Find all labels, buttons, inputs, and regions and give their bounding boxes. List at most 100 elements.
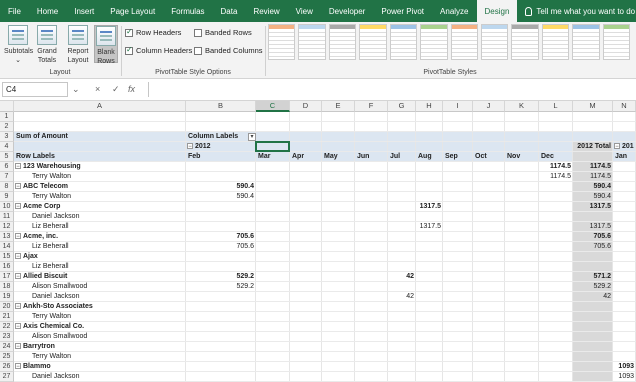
row-item-label[interactable]: Daniel Jackson	[32, 372, 200, 382]
row-header[interactable]: 8	[0, 182, 14, 192]
value-cell[interactable]: 705.6	[188, 232, 254, 242]
row-header[interactable]: 21	[0, 312, 14, 322]
tab-file[interactable]: File	[0, 0, 29, 22]
column-header-h[interactable]: H	[416, 101, 443, 112]
year-group-header[interactable]: 2012	[195, 142, 261, 152]
month-header[interactable]: Oct	[475, 152, 503, 162]
row-total-value[interactable]: 590.4	[575, 182, 611, 192]
pivot-style-swatch[interactable]	[359, 24, 387, 60]
enter-icon[interactable]: ✓	[112, 84, 120, 95]
collapse-icon[interactable]: −	[15, 323, 21, 330]
row-header[interactable]: 24	[0, 342, 14, 352]
tab-analyze[interactable]: Analyze	[432, 0, 476, 22]
collapse-icon[interactable]: −	[15, 303, 21, 310]
row-group-label[interactable]: Acme Corp	[23, 202, 191, 212]
value-cell[interactable]: 705.6	[188, 242, 254, 252]
year-group-header[interactable]: 201	[622, 142, 636, 152]
row-total-value[interactable]: 590.4	[575, 192, 611, 202]
row-group-label[interactable]: Ajax	[23, 252, 191, 262]
row-header[interactable]: 1	[0, 112, 14, 122]
pivot-style-swatch[interactable]	[511, 24, 539, 60]
row-header[interactable]: 22	[0, 322, 14, 332]
row-header[interactable]: 19	[0, 292, 14, 302]
tab-design[interactable]: Design	[476, 0, 518, 22]
collapse-icon[interactable]: −	[614, 143, 620, 150]
row-header[interactable]: 16	[0, 262, 14, 272]
row-item-label[interactable]: Terry Walton	[32, 352, 200, 362]
row-item-label[interactable]: Terry Walton	[32, 172, 200, 182]
collapse-icon[interactable]: −	[15, 253, 21, 260]
collapse-icon[interactable]: −	[15, 163, 21, 170]
month-header[interactable]: Apr	[292, 152, 320, 162]
pivot-style-swatch[interactable]	[389, 24, 418, 60]
banded-columns-checkbox[interactable]: Banded Columns	[194, 46, 263, 55]
row-item-label[interactable]: Terry Walton	[32, 192, 200, 202]
row-header[interactable]: 2	[0, 122, 14, 132]
active-cell[interactable]	[255, 141, 290, 152]
pivot-style-swatch[interactable]	[420, 24, 448, 60]
row-item-label[interactable]: Daniel Jackson	[32, 292, 200, 302]
collapse-icon[interactable]: −	[187, 143, 193, 150]
row-group-label[interactable]: ABC Telecom	[23, 182, 191, 192]
row-total-value[interactable]: 1317.5	[575, 222, 611, 232]
tab-review[interactable]: Review	[245, 0, 287, 22]
collapse-icon[interactable]: −	[15, 233, 21, 240]
tab-view[interactable]: View	[288, 0, 321, 22]
column-header-k[interactable]: K	[505, 101, 539, 112]
row-item-label[interactable]: Alison Smallwood	[32, 282, 200, 292]
value-cell[interactable]: 42	[390, 292, 414, 302]
select-all-corner[interactable]	[0, 101, 14, 112]
formula-input[interactable]	[148, 82, 634, 97]
column-header-d[interactable]: D	[290, 101, 322, 112]
row-total-value[interactable]: 1174.5	[575, 172, 611, 182]
row-group-label[interactable]: Axis Chemical Co.	[23, 322, 191, 332]
row-group-label[interactable]: Acme, inc.	[23, 232, 191, 242]
row-header[interactable]: 25	[0, 352, 14, 362]
month-header[interactable]: Mar	[258, 152, 288, 162]
banded-rows-checkbox[interactable]: Banded Rows	[194, 28, 252, 37]
pivot-style-gallery[interactable]	[268, 24, 631, 64]
pivot-style-swatch[interactable]	[328, 24, 357, 60]
blank-rows-button[interactable]: Blank Rows	[94, 25, 118, 65]
value-cell[interactable]: 1317.5	[418, 222, 441, 232]
row-header[interactable]: 14	[0, 242, 14, 252]
row-total-value[interactable]: 571.2	[575, 272, 611, 282]
month-header[interactable]: Aug	[418, 152, 441, 162]
column-header-b[interactable]: B	[186, 101, 256, 112]
row-header[interactable]: 3	[0, 132, 14, 142]
row-item-label[interactable]: Sum of Amount	[16, 132, 184, 142]
row-header[interactable]: 26	[0, 362, 14, 372]
pivot-style-swatch[interactable]	[480, 24, 509, 60]
row-header[interactable]: 23	[0, 332, 14, 342]
subtotals-button[interactable]: Subtotals ⌄	[4, 25, 33, 65]
row-item-label[interactable]: Alison Smallwood	[32, 332, 200, 342]
value-cell[interactable]: 1174.5	[541, 162, 571, 172]
month-header[interactable]: May	[324, 152, 353, 162]
chevron-down-icon[interactable]: ⌄	[72, 84, 80, 95]
collapse-icon[interactable]: −	[15, 183, 21, 190]
insert-function-icon[interactable]: fx	[128, 84, 135, 94]
row-item-label[interactable]: Liz Beherall	[32, 242, 200, 252]
value-cell[interactable]: 529.2	[188, 282, 254, 292]
row-header[interactable]: 15	[0, 252, 14, 262]
row-item-label[interactable]: Row Labels	[16, 152, 184, 162]
value-cell[interactable]: 1093	[615, 372, 634, 382]
pivot-style-swatch[interactable]	[602, 24, 631, 60]
column-header-f[interactable]: F	[355, 101, 388, 112]
column-header-m[interactable]: M	[573, 101, 613, 112]
row-header[interactable]: 18	[0, 282, 14, 292]
pivot-style-swatch[interactable]	[450, 24, 478, 60]
pivot-style-swatch[interactable]	[572, 24, 600, 60]
tab-formulas[interactable]: Formulas	[163, 0, 212, 22]
collapse-icon[interactable]: −	[15, 363, 21, 370]
pivot-style-swatch[interactable]	[298, 24, 326, 60]
row-group-label[interactable]: Ankh-Sto Associates	[23, 302, 191, 312]
column-header-g[interactable]: G	[388, 101, 416, 112]
row-total-value[interactable]: 529.2	[575, 282, 611, 292]
column-header-j[interactable]: J	[473, 101, 505, 112]
row-header[interactable]: 11	[0, 212, 14, 222]
tab-data[interactable]: Data	[213, 0, 246, 22]
value-cell[interactable]: 1093	[615, 362, 634, 372]
row-header[interactable]: 9	[0, 192, 14, 202]
row-total-value[interactable]: 1317.5	[575, 202, 611, 212]
